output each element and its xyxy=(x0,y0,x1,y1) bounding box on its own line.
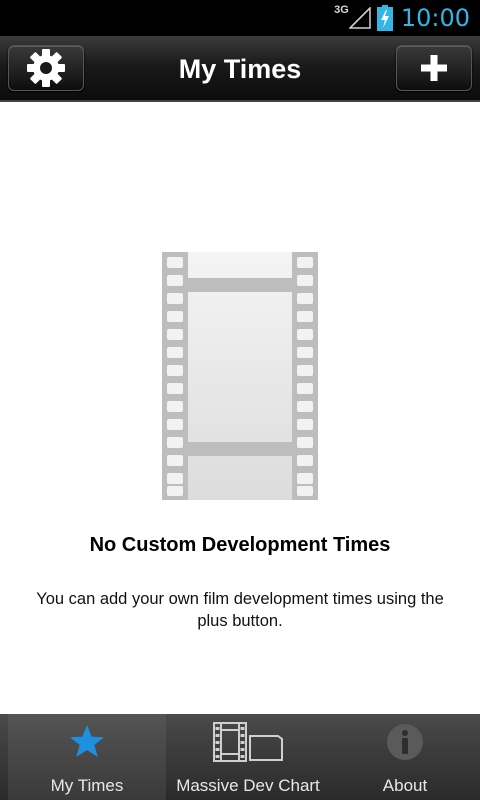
tab-label: Massive Dev Chart xyxy=(176,776,320,795)
tab-label: My Times xyxy=(50,776,124,795)
tab-my-times[interactable]: My Times xyxy=(8,714,166,800)
film-strip-icon xyxy=(162,252,318,500)
info-icon xyxy=(387,724,423,760)
plus-icon xyxy=(421,55,447,81)
tab-label: About xyxy=(382,776,428,795)
signal-icon xyxy=(348,7,371,29)
tab-massive-dev-chart[interactable]: Massive Dev Chart xyxy=(166,714,330,800)
status-clock: 10:00 xyxy=(400,4,470,32)
film-tank-icon xyxy=(213,722,283,762)
main-content: No Custom Development Times You can add … xyxy=(0,102,480,714)
tab-about[interactable]: About xyxy=(330,714,480,800)
star-icon xyxy=(70,725,104,757)
settings-button[interactable] xyxy=(8,45,84,91)
gear-icon xyxy=(27,49,65,87)
empty-state-description: You can add your own film development ti… xyxy=(36,590,444,630)
empty-state-title: No Custom Development Times xyxy=(89,534,391,556)
status-bar: 3G 10:00 xyxy=(0,0,480,36)
bottom-tab-bar: My Times Massive Dev Chart About xyxy=(0,714,480,800)
battery-charging-icon xyxy=(376,5,393,31)
add-time-button[interactable] xyxy=(396,45,472,91)
action-bar: My Times xyxy=(0,36,480,102)
network-type: 3G xyxy=(334,4,349,16)
